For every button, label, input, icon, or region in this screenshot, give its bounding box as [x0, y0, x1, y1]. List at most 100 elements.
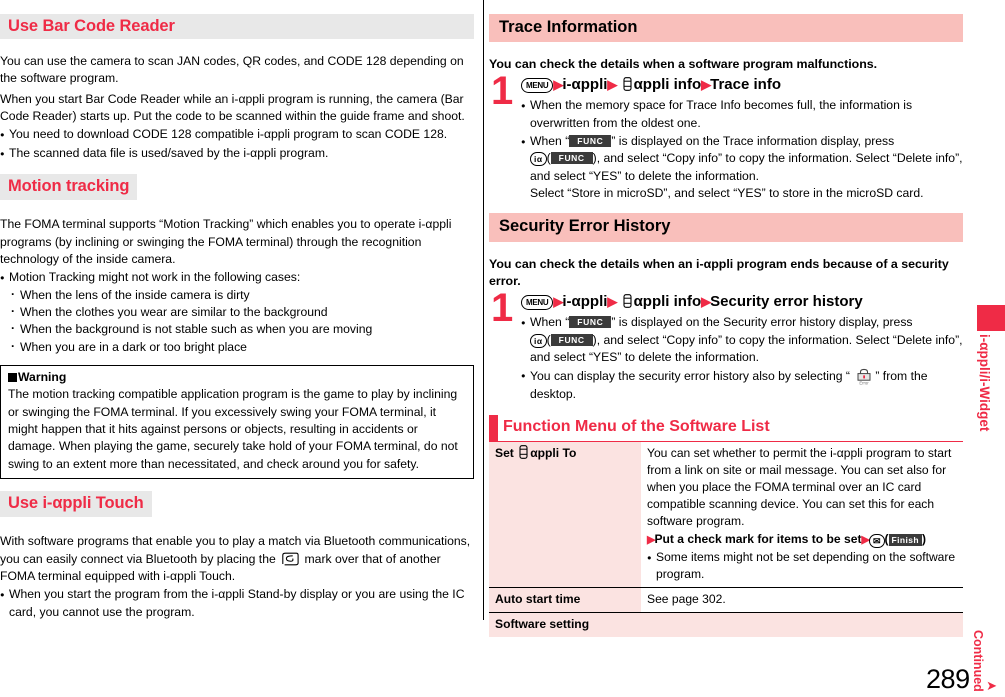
value-bullets: Some items might not be set depending on… [647, 549, 957, 583]
arrow-right-icon: ▶ [553, 294, 563, 310]
touch-para: With software programs that enable you t… [0, 533, 474, 585]
bullet-text-b: ” is displayed on the Trace information … [611, 134, 895, 149]
heading-security-error-history: Security Error History [489, 213, 963, 242]
left-column: Use Bar Code Reader You can use the came… [0, 0, 474, 621]
bullet-text-b: ” is displayed on the Security error his… [611, 315, 913, 330]
step-number: 1 [491, 286, 514, 331]
ia-key-icon[interactable]: iα [530, 152, 547, 167]
menu-key-icon[interactable]: MENU [521, 78, 554, 94]
page-number: 289 [926, 664, 970, 694]
arrow-right-icon: ▶ [607, 77, 617, 93]
list-item: When “FUNC” is displayed on the Security… [521, 314, 963, 366]
function-menu-table: Set αppli To You can set whether to perm… [489, 441, 963, 638]
motion-sub-bullets: When the lens of the inside camera is di… [0, 286, 474, 356]
list-item: You need to download CODE 128 compatible… [0, 126, 474, 145]
iappli-info-icon [623, 77, 632, 92]
continued-label: Continued [971, 630, 986, 692]
side-tab: i-αppli/i-Widget [977, 305, 1005, 431]
bullet-text-d: Select “Store in microSD”, and select “Y… [530, 186, 924, 201]
step-heading: MENU ▶i-αppli▶ αppli info▶Trace info [521, 75, 963, 95]
step-body: When the memory space for Trace Info bec… [521, 97, 963, 202]
arrow-right-icon: ▶ [701, 77, 711, 93]
warning-title-row: Warning [8, 369, 466, 386]
step-heading: MENU ▶i-αppli▶ αppli info▶Security error … [521, 292, 963, 312]
list-item: When the memory space for Trace Info bec… [521, 97, 963, 132]
list-item: The scanned data file is used/saved by t… [0, 145, 474, 164]
iappli-icon [519, 445, 528, 459]
arrow-right-icon: ▶ [861, 533, 870, 546]
finish-badge: Finish [888, 533, 922, 546]
func-badge: FUNC [569, 316, 612, 329]
manual-page: Use Bar Code Reader You can use the came… [0, 0, 1005, 697]
bullet-text-c: ), and select “Copy info” to copy the in… [530, 332, 963, 365]
iappli-info-icon [623, 294, 632, 309]
heading-trace-information: Trace Information [489, 13, 963, 43]
bullet-text-a: When “ [530, 134, 570, 149]
security-intro: You can check the details when an i-αppl… [489, 256, 949, 288]
list-item: When the clothes you wear are similar to… [9, 303, 474, 321]
table-row: Set αppli To You can set whether to perm… [489, 441, 963, 589]
ia-key-icon[interactable]: iα [530, 333, 547, 348]
bullet-text-c: ), and select “Copy info” to copy the in… [530, 151, 963, 183]
value-paragraph: You can set whether to permit the i-αppl… [647, 445, 952, 528]
list-item: When you are in a dark or too bright pla… [9, 338, 474, 356]
row-key-pre: Set [495, 445, 514, 460]
list-item: When “FUNC” is displayed on the Trace in… [521, 133, 963, 202]
table-cell-key: Set αppli To [489, 441, 641, 589]
felica-mark-icon [281, 552, 299, 566]
menu-key-icon[interactable]: MENU [521, 295, 554, 311]
arrow-right-icon: ▶ [553, 77, 563, 93]
heading-use-iappli-touch: Use i-αppli Touch [0, 490, 152, 517]
step-text-2: αppli info [633, 293, 702, 311]
func-badge: FUNC [569, 135, 612, 148]
security-bullets: When “FUNC” is displayed on the Security… [521, 314, 963, 403]
list-item: When you start the program from the i-αp… [0, 586, 474, 621]
step-text-1: i-αppli [562, 293, 608, 311]
barcode-para-1: You can use the camera to scan JAN codes… [0, 54, 464, 86]
step-text-3: Trace info [710, 76, 781, 94]
bullet-text-a: You can display the security error histo… [530, 369, 850, 384]
continued-arrow-icon: ➤ [986, 678, 997, 693]
arrow-right-icon: ▶ [607, 294, 617, 310]
list-item: When the lens of the inside camera is di… [9, 286, 474, 304]
func-badge: FUNC [550, 333, 593, 346]
heading-function-menu-software-list: Function Menu of the Software List [489, 415, 963, 442]
black-square-icon [8, 372, 17, 382]
motion-para-1: The FOMA terminal supports “Motion Track… [0, 217, 452, 266]
touch-bullets: When you start the program from the i-αp… [0, 586, 474, 621]
error-lock-icon: Error [854, 367, 874, 386]
trace-bullets: When the memory space for Trace Info bec… [521, 97, 963, 202]
side-tab-label: i-αppli/i-Widget [977, 334, 992, 432]
barcode-para-2: When you start Bar Code Reader while an … [0, 91, 465, 123]
func-badge: FUNC [550, 152, 593, 165]
right-column: Trace Information You can check the deta… [489, 0, 963, 638]
table-cell-value: See page 302. [641, 587, 963, 614]
list-item: You can display the security error histo… [521, 367, 963, 403]
heading-motion-tracking: Motion tracking [0, 173, 138, 200]
trace-step-1: 1 MENU▶i-αppli▶ αppli info▶Trace info Wh… [489, 71, 963, 202]
column-divider [483, 0, 484, 620]
step-text-3: Security error history [710, 293, 863, 311]
bullet-text-a: When “ [530, 315, 570, 330]
step-text-2: αppli info [633, 76, 702, 94]
value-action-text: Put a check mark for items to be set [654, 531, 862, 546]
warning-box: Warning The motion tracking compatible a… [0, 364, 474, 479]
arrow-right-icon: ▶ [701, 294, 711, 310]
row-key-post: αppli To [530, 445, 577, 460]
table-row: Software setting [489, 612, 963, 638]
barcode-bullets: You need to download CODE 128 compatible… [0, 126, 474, 164]
value-action-line: ▶Put a check mark for items to be set▶ ✉(… [647, 531, 926, 548]
step-body: When “FUNC” is displayed on the Security… [521, 314, 963, 403]
motion-bullets: Motion Tracking might not work in the fo… [0, 269, 474, 288]
mail-key-icon[interactable]: ✉ [868, 533, 885, 548]
list-item: Some items might not be set depending on… [647, 549, 957, 583]
warning-title: Warning [18, 369, 67, 384]
table-row: Auto start time See page 302. [489, 587, 963, 614]
step-text-1: i-αppli [562, 76, 608, 94]
step-number: 1 [491, 69, 514, 114]
trace-intro: You can check the details when a softwar… [489, 56, 878, 71]
page-footer: 289 Continued ➤ [926, 630, 997, 693]
table-cell-key: Software setting [489, 612, 963, 638]
table-cell-value: You can set whether to permit the i-αppl… [641, 441, 963, 589]
error-icon-label: Error [860, 381, 870, 386]
